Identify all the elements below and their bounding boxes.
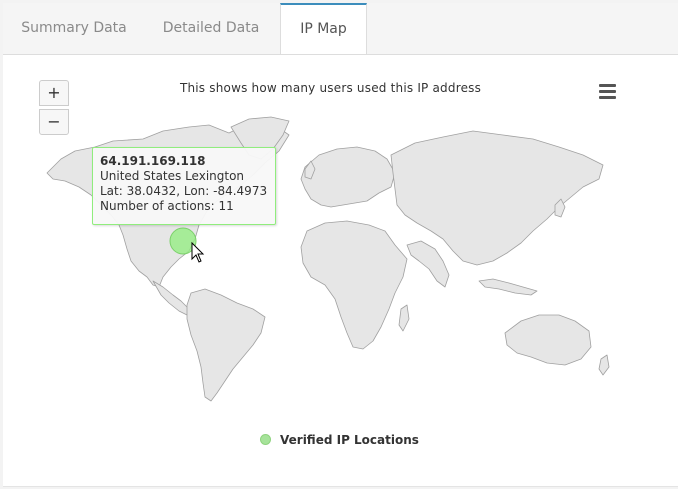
zoom-out-button[interactable]: − bbox=[39, 109, 69, 135]
tab-summary-data[interactable]: Summary Data bbox=[3, 3, 145, 54]
tab-bar: Summary Data Detailed Data IP Map bbox=[3, 3, 678, 55]
south-asia-shape bbox=[406, 240, 450, 288]
world-map[interactable] bbox=[3, 55, 678, 486]
map-panel: + − This shows how many users used this … bbox=[3, 55, 678, 487]
mouse-cursor-icon bbox=[191, 241, 205, 263]
hamburger-menu-icon[interactable] bbox=[595, 81, 619, 101]
tab-ip-map[interactable]: IP Map bbox=[280, 3, 367, 54]
europe-shape bbox=[300, 146, 396, 208]
tooltip-coords: Lat: 38.0432, Lon: -84.4973 bbox=[100, 184, 268, 198]
legend-label: Verified IP Locations bbox=[280, 433, 419, 447]
madagascar-shape bbox=[398, 304, 410, 332]
australia-shape bbox=[504, 314, 592, 366]
indonesia-shape bbox=[478, 278, 538, 296]
map-tooltip: 64.191.169.118 United States Lexington L… bbox=[92, 147, 276, 225]
africa-shape bbox=[300, 220, 408, 350]
new-zealand-shape bbox=[598, 354, 610, 376]
tooltip-ip: 64.191.169.118 bbox=[100, 154, 206, 168]
map-title: This shows how many users used this IP a… bbox=[179, 81, 482, 95]
app-frame: Summary Data Detailed Data IP Map + − Th… bbox=[0, 0, 678, 489]
south-america-shape bbox=[186, 288, 266, 402]
legend-dot-icon bbox=[260, 434, 271, 445]
tooltip-location: United States Lexington bbox=[100, 169, 245, 183]
tooltip-actions: Number of actions: 11 bbox=[100, 199, 234, 213]
tab-detailed-data[interactable]: Detailed Data bbox=[145, 3, 277, 54]
